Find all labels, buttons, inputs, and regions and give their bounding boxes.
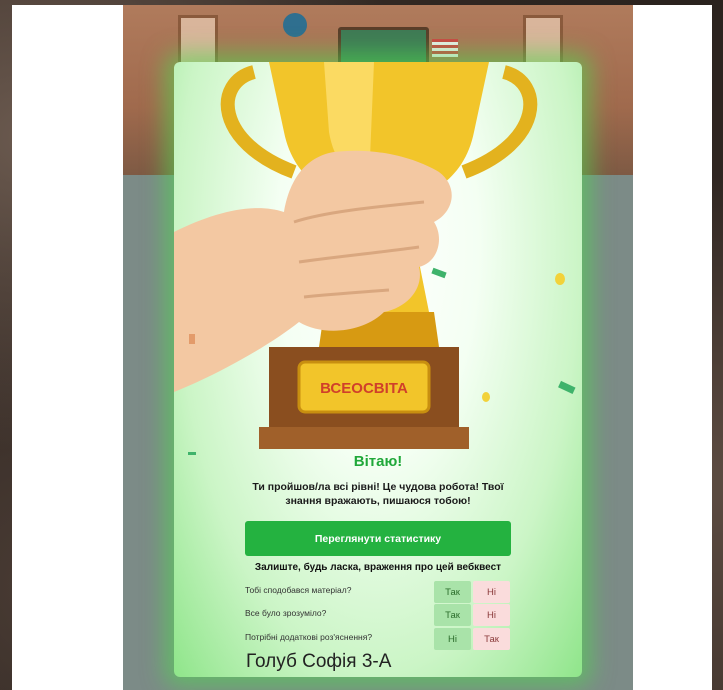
trophy-plaque-text: ВСЕОСВІТА xyxy=(320,380,408,397)
answer-no-button[interactable]: Ні xyxy=(473,581,510,603)
answer-yes-button[interactable]: Так xyxy=(473,628,510,650)
question-text: Потрібні додаткові роз'яснення? xyxy=(245,632,373,642)
left-margin xyxy=(12,5,123,690)
answer-yes-button[interactable]: Так xyxy=(434,604,471,626)
feedback-question-row: Тобі сподобався матеріал? Так Ні xyxy=(245,581,511,603)
answer-yes-button[interactable]: Так xyxy=(434,581,471,603)
congrats-title: Вітаю! xyxy=(353,453,403,470)
right-margin xyxy=(633,5,712,690)
view-statistics-button[interactable]: Переглянути статистику xyxy=(245,521,511,556)
answer-no-button[interactable]: Ні xyxy=(473,604,510,626)
globe-icon xyxy=(283,13,307,37)
answer-no-button[interactable]: Ні xyxy=(434,628,471,650)
feedback-title: Залиште, будь ласка, враження про цей ве… xyxy=(254,562,502,573)
flag-icon xyxy=(432,39,458,57)
feedback-question-row: Потрібні додаткові роз'яснення? Ні Так xyxy=(245,628,511,650)
feedback-question-row: Все було зрозуміло? Так Ні xyxy=(245,604,511,626)
congrats-message: Ти пройшов/ла всі рівні! Це чудова робот… xyxy=(252,481,504,507)
trophy-illustration: ВСЕОСВІТА xyxy=(174,62,576,455)
question-text: Тобі сподобався матеріал? xyxy=(245,585,352,595)
question-text: Все було зрозуміло? xyxy=(245,608,327,618)
congrats-popup: ВСЕОСВІТА Вітаю! Ти пройшов/ла всі рівні… xyxy=(174,62,582,677)
student-signature: Голуб Софія 3-А xyxy=(246,651,392,672)
